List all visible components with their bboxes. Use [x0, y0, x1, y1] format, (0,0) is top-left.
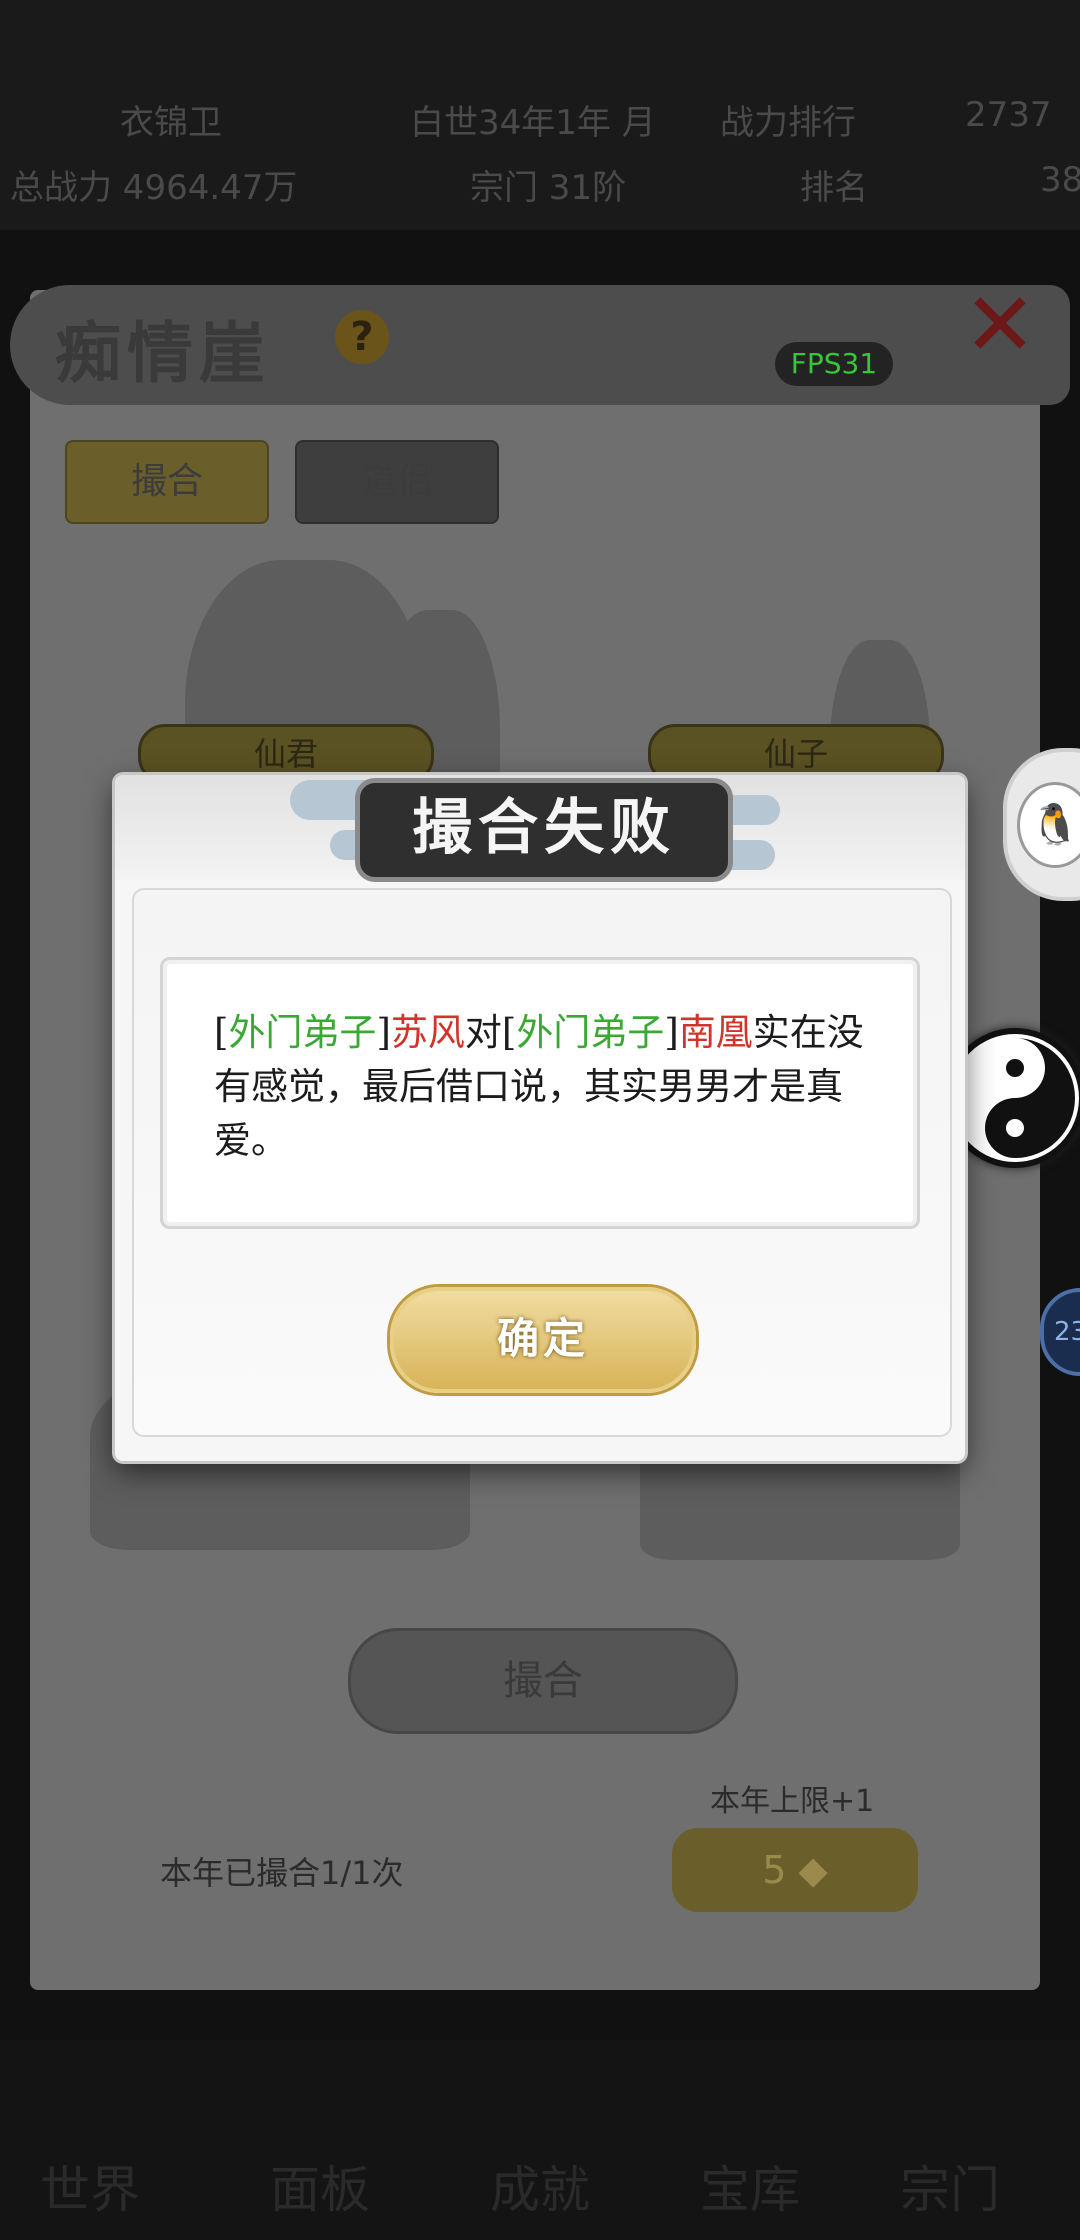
- nav-world[interactable]: 世界: [40, 2150, 140, 2222]
- hud-sect-rank-label: 排名: [800, 168, 868, 208]
- bracket: ]: [664, 1011, 679, 1054]
- panel-title: 痴情崖: [55, 314, 271, 392]
- disciple-rank-1: 外门弟子: [228, 1011, 377, 1054]
- cost-value: 5: [762, 1848, 787, 1892]
- hud-sect-rank-value: 38: [1040, 160, 1080, 200]
- nav-sect[interactable]: 宗门: [900, 2150, 1000, 2222]
- bracket: [: [214, 1011, 229, 1054]
- tab-match[interactable]: 撮合: [65, 440, 269, 524]
- fps-counter: FPS31: [775, 342, 893, 386]
- dialog-title: 撮合失败: [355, 778, 733, 882]
- dialog-message: [外门弟子]苏风对[外门弟子]南凰实在没有感觉，最后借口说，其实男男才是真爱。: [214, 1006, 864, 1168]
- yin-yang-icon: [955, 1038, 1075, 1158]
- disciple-name-2: 南凰: [678, 1011, 753, 1054]
- match-button[interactable]: 撮合: [348, 1628, 738, 1734]
- hud-row-2: 总战力 4964.47万 宗门 31阶 排名 38: [0, 160, 1080, 220]
- help-icon[interactable]: ?: [335, 310, 389, 364]
- disciple-rank-2: 外门弟子: [516, 1011, 665, 1054]
- hud-player-title: 衣锦卫: [120, 103, 222, 143]
- close-icon[interactable]: ✕: [960, 281, 1040, 369]
- floating-badge[interactable]: 23: [1040, 1288, 1080, 1376]
- bracket: [: [501, 1011, 517, 1054]
- hud-power: 总战力 4964.47万: [10, 168, 298, 208]
- disciple-name-1: 苏风: [390, 1011, 465, 1054]
- match-count-label: 本年已撮合1/1次: [160, 1854, 404, 1892]
- year-limit-label: 本年上限+1: [710, 1784, 875, 1819]
- hud-date: 白世34年1年 月: [410, 103, 656, 143]
- yin-yang-button[interactable]: [945, 1028, 1080, 1168]
- confirm-button[interactable]: 确定: [390, 1287, 696, 1393]
- nav-treasury[interactable]: 宝库: [700, 2150, 800, 2222]
- hud-rank-value: 2737: [965, 95, 1052, 135]
- spirit-stone-icon: ◆: [786, 1848, 828, 1892]
- nav-achievement[interactable]: 成就: [490, 2150, 590, 2222]
- increase-limit-button[interactable]: 5 ◆: [672, 1828, 918, 1912]
- tab-partner[interactable]: 道侣: [295, 440, 499, 524]
- penguin-icon: 🐧: [1017, 782, 1080, 868]
- nav-panel[interactable]: 面板: [270, 2150, 370, 2222]
- hud-row-1: 衣锦卫 白世34年1年 月 战力排行 2737: [0, 95, 1080, 155]
- hud-sect: 宗门 31阶: [470, 168, 627, 208]
- hud-rank-label[interactable]: 战力排行: [720, 95, 856, 144]
- bracket: ]: [376, 1011, 391, 1054]
- message-connector: 对: [464, 1011, 502, 1054]
